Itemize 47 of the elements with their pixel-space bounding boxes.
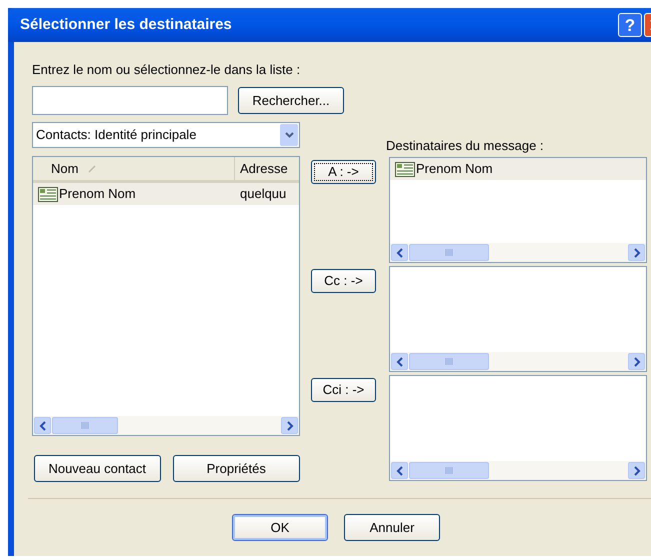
contact-row[interactable]: Prenom Nom quelquu <box>33 183 299 205</box>
scroll-right-button[interactable] <box>628 244 645 261</box>
recipient-name: Prenom Nom <box>416 160 493 178</box>
properties-button[interactable]: Propriétés <box>172 455 300 482</box>
chevron-right-icon <box>632 248 640 258</box>
chevron-left-icon <box>396 356 404 366</box>
add-recipient-button[interactable]: Cci : -> <box>311 378 376 402</box>
contact-card-icon <box>395 162 415 176</box>
address-book-dropdown[interactable]: Contacts: Identité principale <box>32 122 300 148</box>
add-recipient-button[interactable]: Cc : -> <box>311 269 376 293</box>
scroll-left-button[interactable] <box>391 353 408 370</box>
column-header[interactable]: Adresse <box>235 157 299 180</box>
search-field[interactable] <box>32 86 228 115</box>
ok-button[interactable]: OK <box>232 514 328 541</box>
chevron-right-icon <box>286 420 294 430</box>
chevron-left-icon <box>396 248 404 258</box>
scrollbar-thumb[interactable] <box>409 353 489 370</box>
scrollbar-thumb[interactable] <box>52 417 118 434</box>
horizontal-scrollbar[interactable] <box>390 461 646 480</box>
scroll-left-button[interactable] <box>391 462 408 479</box>
recipient-row[interactable]: Prenom Nom <box>390 158 646 180</box>
contact-name: Prenom Nom <box>59 185 136 204</box>
column-header[interactable]: Nom <box>33 157 235 180</box>
horizontal-scrollbar[interactable] <box>390 243 646 262</box>
horizontal-scrollbar[interactable] <box>33 416 299 435</box>
contact-card-icon <box>38 186 58 202</box>
cancel-button[interactable]: Annuler <box>344 514 440 541</box>
help-button[interactable]: ? <box>618 13 642 37</box>
search-button[interactable]: Rechercher... <box>238 87 344 114</box>
chevron-right-icon <box>632 466 640 476</box>
chevron-left-icon <box>38 420 46 430</box>
scroll-right-button[interactable] <box>628 462 645 479</box>
scrollbar-thumb[interactable] <box>409 244 489 261</box>
add-recipient-button[interactable]: A : -> <box>311 160 376 184</box>
scroll-left-button[interactable] <box>34 417 51 434</box>
horizontal-scrollbar[interactable] <box>390 352 646 371</box>
scroll-left-button[interactable] <box>391 244 408 261</box>
window-title: Sélectionner les destinataires <box>20 14 233 35</box>
chevron-left-icon <box>396 466 404 476</box>
scroll-right-button[interactable] <box>281 417 298 434</box>
contact-address: quelquu <box>239 185 286 204</box>
instruction-label: Entrez le nom ou sélectionnez-le dans la liste : <box>32 62 302 78</box>
recipients-label: Destinataires du message : <box>386 137 545 154</box>
new-contact-button[interactable]: Nouveau contact <box>34 455 160 482</box>
chevron-right-icon <box>632 356 640 366</box>
scroll-right-button[interactable] <box>628 353 645 370</box>
scrollbar-thumb[interactable] <box>409 462 489 479</box>
